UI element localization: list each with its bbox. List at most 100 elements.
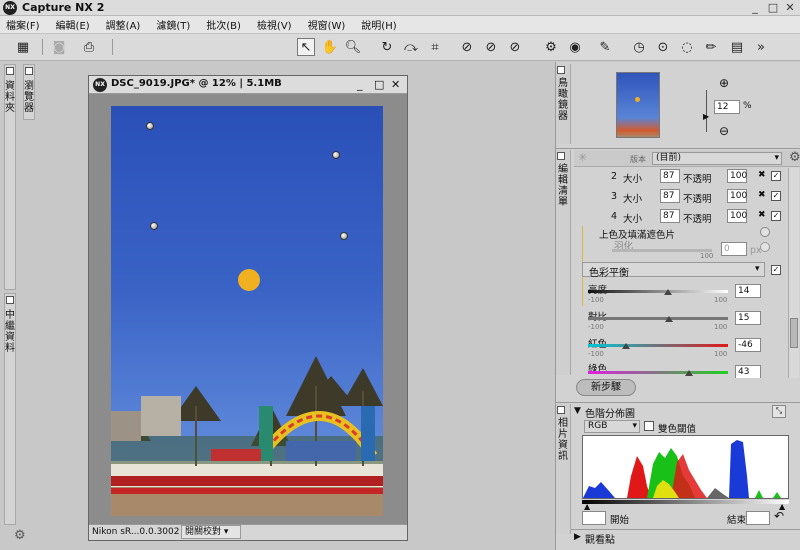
red-eye-tool-icon[interactable]: ⚙ xyxy=(542,38,560,56)
red-slider[interactable] xyxy=(588,344,728,347)
new-step-button[interactable]: 新步驟 xyxy=(576,379,636,396)
green-slider-thumb[interactable] xyxy=(684,370,693,376)
folders-minimize-icon[interactable] xyxy=(6,67,14,75)
size-field[interactable]: 87 xyxy=(660,189,680,203)
size-field[interactable]: 87 xyxy=(660,209,680,223)
menu-filter[interactable]: 濾鏡(T) xyxy=(156,17,190,32)
contrast-slider[interactable] xyxy=(588,317,728,320)
straighten-tool-icon[interactable]: ⤼ xyxy=(402,38,420,56)
menu-window[interactable]: 視窗(W) xyxy=(308,17,346,32)
control-point-marker[interactable] xyxy=(146,122,154,130)
green-slider[interactable] xyxy=(588,371,728,374)
document-title-bar[interactable]: NX DSC_9019.JPG* @ 12% | 5.1MB _ □ ✕ xyxy=(89,76,407,94)
more-tools-icon[interactable]: » xyxy=(752,38,770,56)
selection-control-point-icon[interactable]: ⊙ xyxy=(654,38,672,56)
soft-proof-toggle[interactable]: 開關校對 ▾ xyxy=(181,525,241,539)
doc-minimize-button[interactable]: _ xyxy=(357,78,363,91)
control-point-marker[interactable] xyxy=(150,222,158,230)
eyedropper-icon[interactable]: ⤡ xyxy=(772,405,786,418)
zoom-tool-icon[interactable]: 🔍︎ xyxy=(344,38,362,56)
start-field[interactable] xyxy=(582,511,606,525)
menu-view[interactable]: 檢視(V) xyxy=(257,17,292,32)
doc-close-button[interactable]: ✕ xyxy=(391,78,400,91)
delete-point-icon[interactable]: ✖ xyxy=(758,170,766,180)
channel-dropdown[interactable]: RGB ▾ xyxy=(584,420,640,433)
doc-maximize-button[interactable]: □ xyxy=(374,78,384,91)
red-value[interactable]: -46 xyxy=(735,338,761,352)
menu-adjust[interactable]: 調整(A) xyxy=(106,17,141,32)
brightness-value[interactable]: 14 xyxy=(735,284,761,298)
export-icon[interactable]: ⎙ xyxy=(80,38,98,56)
tab-folders[interactable]: 資料夾 xyxy=(4,64,16,290)
birdseye-minimize-icon[interactable] xyxy=(557,66,565,74)
browser-minimize-icon[interactable] xyxy=(25,67,33,75)
white-control-point-icon[interactable]: ⊘ xyxy=(506,38,524,56)
collapse-triangle-icon[interactable]: ▼ xyxy=(574,406,581,416)
fill-radio[interactable] xyxy=(760,227,770,237)
photo-info-minimize-icon[interactable] xyxy=(557,406,565,414)
control-point-marker[interactable] xyxy=(332,151,340,159)
zoom-out-icon[interactable]: ⊖ xyxy=(719,124,729,138)
metadata-minimize-icon[interactable] xyxy=(6,296,14,304)
settings-gear-icon[interactable]: ⚙ xyxy=(14,528,26,543)
tab-photo-info[interactable]: 相片資訊 xyxy=(556,404,571,534)
step-enable-checkbox[interactable]: ✓ xyxy=(771,265,781,275)
close-button[interactable]: ✕ xyxy=(783,1,797,15)
green-value[interactable]: 43 xyxy=(735,365,761,378)
expand-triangle-icon[interactable]: ▶ xyxy=(574,532,581,542)
menu-edit[interactable]: 編輯(E) xyxy=(56,17,90,32)
menu-batch[interactable]: 批次(B) xyxy=(206,17,241,32)
neutral-control-point-icon[interactable]: ⊘ xyxy=(482,38,500,56)
tab-edit-list[interactable]: 編輯清單 xyxy=(556,150,571,375)
contrast-value[interactable]: 15 xyxy=(735,311,761,325)
minimize-button[interactable]: _ xyxy=(748,1,762,15)
gradient-selection-icon[interactable]: ▤ xyxy=(728,38,746,56)
opacity-field[interactable]: 100 xyxy=(727,189,747,203)
menu-help[interactable]: 說明(H) xyxy=(361,17,396,32)
feather-value-field[interactable]: 0 xyxy=(721,242,747,256)
workspace-layout-icon[interactable]: ▦ xyxy=(14,38,32,56)
reset-icon[interactable]: ↶ xyxy=(774,509,784,523)
brightness-slider[interactable] xyxy=(588,290,728,293)
edit-list-minimize-icon[interactable] xyxy=(557,152,565,160)
opacity-field[interactable]: 100 xyxy=(727,169,747,183)
edit-list-settings-icon[interactable]: ⚙ xyxy=(789,150,800,165)
direct-select-tool-icon[interactable]: ↖ xyxy=(297,38,315,56)
camera-icon[interactable]: ◙ xyxy=(50,38,68,56)
enable-checkbox[interactable]: ✓ xyxy=(771,211,781,221)
rotate-tool-icon[interactable]: ↻ xyxy=(378,38,396,56)
navigator-thumbnail[interactable] xyxy=(616,72,660,138)
tab-browser[interactable]: 瀏覽器 xyxy=(23,64,35,120)
eye-tool-icon[interactable]: ◉ xyxy=(566,38,584,56)
lasso-tool-icon[interactable]: ◌ xyxy=(678,38,696,56)
photo-canvas[interactable] xyxy=(111,106,383,516)
enable-checkbox[interactable]: ✓ xyxy=(771,171,781,181)
delete-point-icon[interactable]: ✖ xyxy=(758,190,766,200)
zoom-in-icon[interactable]: ⊕ xyxy=(719,76,729,90)
brightness-slider-thumb[interactable] xyxy=(663,289,672,295)
maximize-button[interactable]: □ xyxy=(766,1,780,15)
dual-threshold-checkbox[interactable] xyxy=(644,421,654,431)
tab-metadata[interactable]: 中繼資料 xyxy=(4,293,16,525)
zoom-slider-thumb[interactable]: ▶ xyxy=(703,112,709,121)
tab-birdseye[interactable]: 鳥瞰鏡器 xyxy=(556,64,571,144)
step-type-dropdown[interactable]: 色彩平衡 ▾ xyxy=(582,262,765,279)
brush-selection-icon[interactable]: ✏ xyxy=(702,38,720,56)
size-field[interactable]: 87 xyxy=(660,169,680,183)
scrollbar-thumb[interactable] xyxy=(790,318,798,348)
control-point-marker[interactable] xyxy=(340,232,348,240)
red-slider-thumb[interactable] xyxy=(621,343,630,349)
zoom-slider-track[interactable] xyxy=(706,90,707,132)
hand-tool-icon[interactable]: ✋ xyxy=(321,38,339,56)
delete-point-icon[interactable]: ✖ xyxy=(758,210,766,220)
start-marker[interactable]: ▲ xyxy=(584,502,590,511)
black-control-point-icon[interactable]: ⊘ xyxy=(458,38,476,56)
contrast-slider-thumb[interactable] xyxy=(664,316,673,322)
edit-list-scrollbar[interactable] xyxy=(788,168,799,378)
crop-tool-icon[interactable]: ⌗ xyxy=(426,38,444,56)
color-control-point-icon[interactable]: ◷ xyxy=(630,38,648,56)
menu-file[interactable]: 檔案(F) xyxy=(6,17,40,32)
feather-slider-track[interactable] xyxy=(612,249,712,252)
opacity-field[interactable]: 100 xyxy=(727,209,747,223)
end-field[interactable] xyxy=(746,511,770,525)
